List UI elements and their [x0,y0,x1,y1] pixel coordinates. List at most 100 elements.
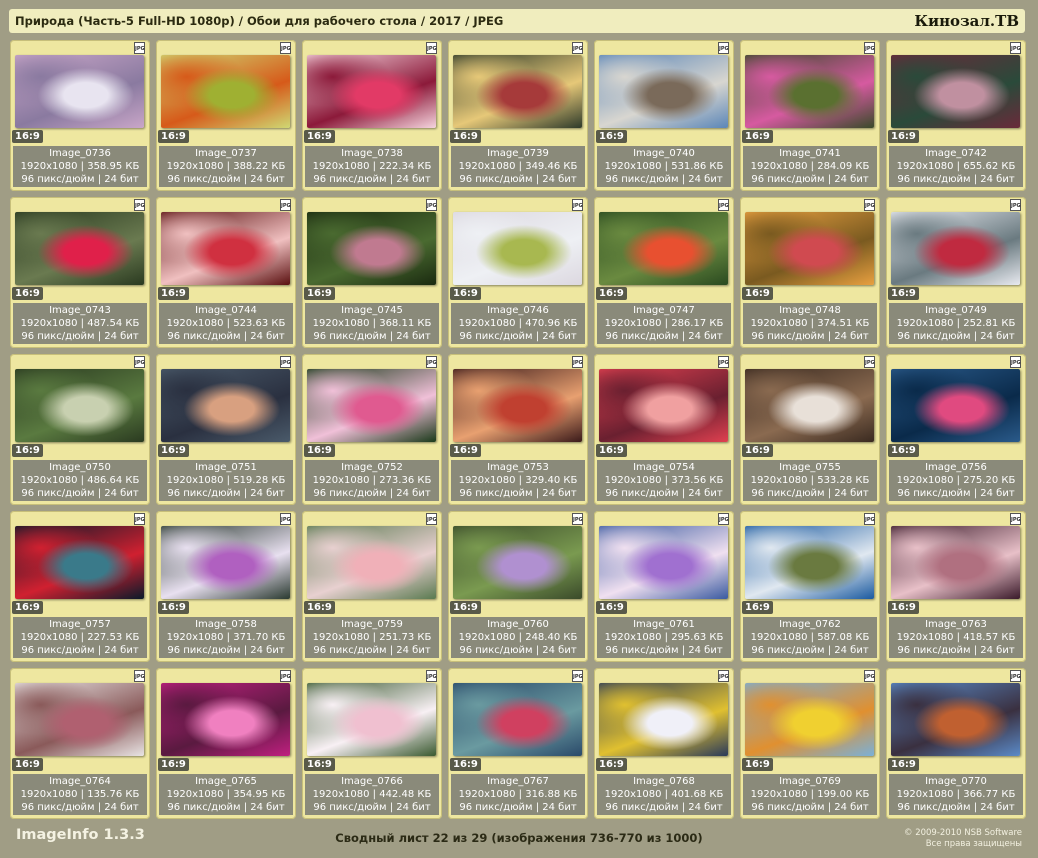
image-info: Image_0749 1920x1080 | 252.81 КБ 96 пикс/д… [889,303,1023,344]
jpg-file-icon: JPG [426,356,437,368]
thumbnail-image[interactable] [15,526,144,599]
image-resolution-size: 1920x1080 | 316.88 КБ [451,788,585,801]
thumbnail-card[interactable]: JPG 16:9 Image_0745 1920x1080 | 368.11 КБ 96… [302,197,442,348]
separator: | [953,475,964,486]
aspect-ratio-badge: 16:9 [304,601,335,614]
thumbnail-image[interactable] [15,212,144,285]
thumbnail-card[interactable]: JPG 16:9 Image_0764 1920x1080 | 135.76 КБ 96… [10,668,150,819]
image-info: Image_0739 1920x1080 | 349.46 КБ 96 пикс/д… [451,146,585,187]
thumbnail-card[interactable]: JPG 16:9 Image_0736 1920x1080 | 358.95 КБ 96… [10,40,150,191]
thumbnail-image[interactable] [453,526,582,599]
thumbnail-card[interactable]: JPG 16:9 Image_0766 1920x1080 | 442.48 КБ 96… [302,668,442,819]
thumbnail-card[interactable]: JPG 16:9 Image_0758 1920x1080 | 371.70 КБ 96… [156,511,296,662]
thumbnail-card[interactable]: JPG 16:9 Image_0756 1920x1080 | 275.20 КБ 96… [886,354,1026,505]
thumbnail-card[interactable]: JPG 16:9 Image_0742 1920x1080 | 655.62 КБ 96… [886,40,1026,191]
file-size: 275.20 КБ [963,475,1016,486]
image-info: Image_0769 1920x1080 | 199.00 КБ 96 пикс/д… [743,774,877,815]
aspect-ratio-badge: 16:9 [888,287,919,300]
thumbnail-image[interactable] [745,526,874,599]
thumbnail-image[interactable] [745,212,874,285]
thumbnail-card[interactable]: JPG 16:9 Image_0767 1920x1080 | 316.88 КБ 96… [448,668,588,819]
thumbnail-card[interactable]: JPG 16:9 Image_0747 1920x1080 | 286.17 КБ 96… [594,197,734,348]
resolution: 1920x1080 [896,475,954,486]
thumbnail-image[interactable] [745,683,874,756]
thumbnail-image[interactable] [599,369,728,442]
thumbnail-card[interactable]: JPG 16:9 Image_0746 1920x1080 | 470.96 КБ 96… [448,197,588,348]
file-size: 523.63 КБ [233,318,286,329]
thumbnail-card[interactable]: JPG 16:9 Image_0739 1920x1080 | 349.46 КБ 96… [448,40,588,191]
thumbnail-image[interactable] [453,55,582,128]
thumbnail-card[interactable]: JPG 16:9 Image_0760 1920x1080 | 248.40 КБ 96… [448,511,588,662]
thumbnail-card[interactable]: JPG 16:9 Image_0762 1920x1080 | 587.08 КБ 96… [740,511,880,662]
thumbnail-card[interactable]: JPG 16:9 Image_0768 1920x1080 | 401.68 КБ 96… [594,668,734,819]
thumbnail-card[interactable]: JPG 16:9 Image_0759 1920x1080 | 251.73 КБ 96… [302,511,442,662]
thumbnail-card[interactable]: JPG 16:9 Image_0751 1920x1080 | 519.28 КБ 96… [156,354,296,505]
thumbnail-card[interactable]: JPG 16:9 Image_0754 1920x1080 | 373.56 КБ 96… [594,354,734,505]
thumbnail-card[interactable]: JPG 16:9 Image_0752 1920x1080 | 273.36 КБ 96… [302,354,442,505]
file-size: 418.57 КБ [963,632,1016,643]
file-size: 284.09 КБ [817,161,870,172]
thumbnail-image[interactable] [307,683,436,756]
thumbnail-image[interactable] [307,369,436,442]
thumbnail-card[interactable]: JPG 16:9 Image_0750 1920x1080 | 486.64 КБ 96… [10,354,150,505]
separator: | [661,318,672,329]
thumbnail-card[interactable]: JPG 16:9 Image_0749 1920x1080 | 252.81 КБ 96… [886,197,1026,348]
thumbnail-image[interactable] [161,369,290,442]
thumbnail-image[interactable] [599,55,728,128]
thumbnail-card[interactable]: JPG 16:9 Image_0753 1920x1080 | 329.40 КБ 96… [448,354,588,505]
thumbnail-card[interactable]: JPG 16:9 Image_0763 1920x1080 | 418.57 КБ 96… [886,511,1026,662]
thumbnail-card[interactable]: JPG 16:9 Image_0770 1920x1080 | 366.77 КБ 96… [886,668,1026,819]
image-dpi-bits: 96 пикс/дюйм | 24 бит [167,331,285,342]
thumbnail-image[interactable] [745,369,874,442]
thumbnail-image[interactable] [453,369,582,442]
thumbnail-image[interactable] [599,212,728,285]
thumbnail-image[interactable] [745,55,874,128]
thumbnail-image[interactable] [307,526,436,599]
aspect-ratio-badge: 16:9 [450,758,481,771]
image-dpi-bits: 96 пикс/дюйм | 24 бит [21,802,139,813]
thumbnail-card[interactable]: JPG 16:9 Image_0743 1920x1080 | 487.54 КБ 96… [10,197,150,348]
thumbnail-image[interactable] [161,683,290,756]
image-resolution-size: 1920x1080 | 354.95 КБ [159,788,293,801]
thumbnail-card[interactable]: JPG 16:9 Image_0769 1920x1080 | 199.00 КБ 96… [740,668,880,819]
thumbnail-image[interactable] [891,683,1020,756]
brand-logo[interactable]: Кинозал.ТВ [914,12,1019,30]
thumbnail-image[interactable] [15,369,144,442]
thumbnail-card[interactable]: JPG 16:9 Image_0744 1920x1080 | 523.63 КБ 96… [156,197,296,348]
image-info: Image_0758 1920x1080 | 371.70 КБ 96 пикс/д… [159,617,293,658]
thumbnail-card[interactable]: JPG 16:9 Image_0761 1920x1080 | 295.63 КБ 96… [594,511,734,662]
thumbnail-image[interactable] [15,683,144,756]
thumbnail-image[interactable] [891,212,1020,285]
thumbnail-image[interactable] [161,526,290,599]
thumbnail-image[interactable] [599,526,728,599]
thumbnail-image[interactable] [15,55,144,128]
thumbnail-card[interactable]: JPG 16:9 Image_0765 1920x1080 | 354.95 КБ 96… [156,668,296,819]
thumbnail-card[interactable]: JPG 16:9 Image_0748 1920x1080 | 374.51 КБ 96… [740,197,880,348]
thumbnail-image[interactable] [453,212,582,285]
image-info: Image_0751 1920x1080 | 519.28 КБ 96 пикс/д… [159,460,293,501]
thumbnail-card[interactable]: JPG 16:9 Image_0755 1920x1080 | 533.28 КБ 96… [740,354,880,505]
thumbnail-image[interactable] [599,683,728,756]
thumbnail-card[interactable]: JPG 16:9 Image_0737 1920x1080 | 388.22 КБ 96… [156,40,296,191]
image-resolution-size: 1920x1080 | 199.00 КБ [743,788,877,801]
thumbnail-card[interactable]: JPG 16:9 Image_0738 1920x1080 | 222.34 КБ 96… [302,40,442,191]
image-name: Image_0741 [779,148,841,159]
thumbnail-image[interactable] [161,55,290,128]
thumbnail-image[interactable] [891,526,1020,599]
thumbnail-card[interactable]: JPG 16:9 Image_0741 1920x1080 | 284.09 КБ 96… [740,40,880,191]
thumbnail-image[interactable] [161,212,290,285]
thumbnail-image[interactable] [891,369,1020,442]
thumbnail-image[interactable] [307,212,436,285]
thumbnail-image[interactable] [307,55,436,128]
aspect-ratio-badge: 16:9 [304,287,335,300]
thumbnail-image[interactable] [453,683,582,756]
image-resolution-size: 1920x1080 | 227.53 КБ [13,631,147,644]
thumbnail-card[interactable]: JPG 16:9 Image_0757 1920x1080 | 227.53 КБ 96… [10,511,150,662]
thumbnail-image[interactable] [891,55,1020,128]
thumbnail-card[interactable]: JPG 16:9 Image_0740 1920x1080 | 531.86 КБ 96… [594,40,734,191]
image-name: Image_0769 [779,776,841,787]
file-size: 252.81 КБ [963,318,1016,329]
image-dpi-bits: 96 пикс/дюйм | 24 бит [459,488,577,499]
image-name: Image_0770 [925,776,987,787]
resolution: 1920x1080 [20,789,78,800]
